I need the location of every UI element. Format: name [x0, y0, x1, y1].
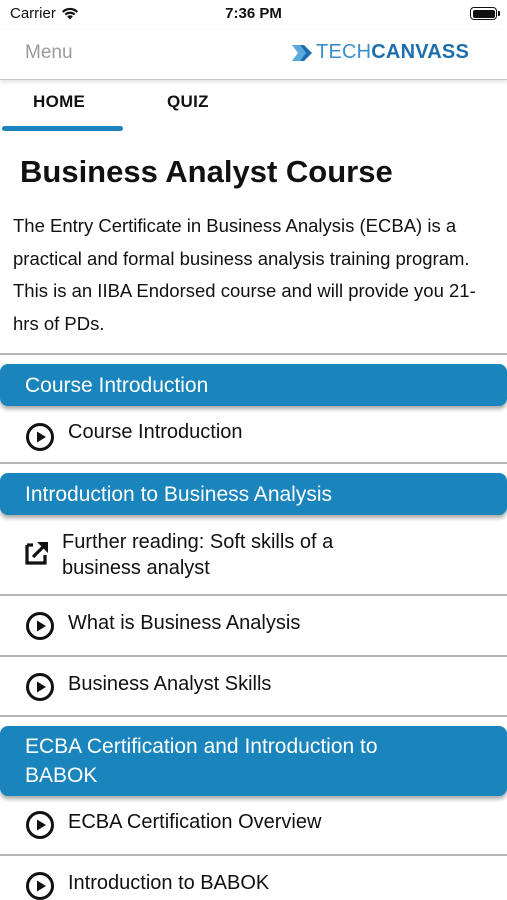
lesson-label: Business Analyst Skills [68, 673, 272, 695]
menu-button[interactable]: Menu [25, 42, 73, 64]
section-header-intro-business-analysis[interactable]: Introduction to Business Analysis [0, 473, 507, 515]
tab-home[interactable]: HOME [33, 92, 85, 112]
lesson-label: Course Introduction [68, 421, 243, 443]
play-icon [26, 673, 54, 701]
lesson-introduction-to-babok[interactable]: Introduction to BABOK [0, 856, 507, 900]
lesson-label: Further reading: Soft skills of a busine… [62, 531, 334, 579]
external-link-icon [25, 542, 48, 565]
logo-text-tech: TECH [316, 41, 372, 63]
divider [0, 715, 507, 717]
tab-quiz[interactable]: QUIZ [167, 92, 209, 112]
lesson-what-is-business-analysis[interactable]: What is Business Analysis [0, 596, 507, 655]
play-icon [26, 811, 54, 839]
section-header-ecba-certification[interactable]: ECBA Certification and Introduction to B… [0, 726, 507, 796]
battery-icon [470, 7, 500, 20]
lesson-ecba-certification-overview[interactable]: ECBA Certification Overview [0, 799, 507, 854]
divider [0, 353, 507, 355]
play-icon [26, 612, 54, 640]
selected-tab-indicator [2, 126, 123, 131]
lesson-course-introduction[interactable]: Course Introduction [0, 410, 507, 462]
section-header-course-introduction[interactable]: Course Introduction [0, 364, 507, 406]
divider [0, 462, 507, 464]
lesson-label: ECBA Certification Overview [68, 811, 322, 833]
clock: 7:36 PM [225, 5, 282, 22]
section-title: ECBA Certification and Introduction to B… [25, 735, 378, 787]
play-icon [26, 872, 54, 900]
tab-bar: HOME QUIZ [0, 84, 507, 134]
status-bar: Carrier 7:36 PM [0, 0, 507, 30]
navigation-bar: Menu TECHCANVASS [0, 30, 507, 80]
section-title: Introduction to Business Analysis [25, 482, 333, 506]
lesson-business-analyst-skills[interactable]: Business Analyst Skills [0, 657, 507, 715]
section-title: Course Introduction [25, 373, 209, 397]
course-description: The Entry Certificate in Business Analys… [13, 215, 476, 334]
logo-text-canvass: CANVASS [371, 41, 469, 63]
techcanvass-logo: TECHCANVASS [291, 41, 469, 64]
lesson-label: What is Business Analysis [68, 612, 301, 634]
page-title: Business Analyst Course [20, 154, 393, 189]
logo-mark-icon [292, 44, 313, 61]
play-icon [26, 423, 54, 451]
lesson-further-reading[interactable]: Further reading: Soft skills of a busine… [0, 520, 507, 594]
lesson-label: Introduction to BABOK [68, 872, 270, 894]
